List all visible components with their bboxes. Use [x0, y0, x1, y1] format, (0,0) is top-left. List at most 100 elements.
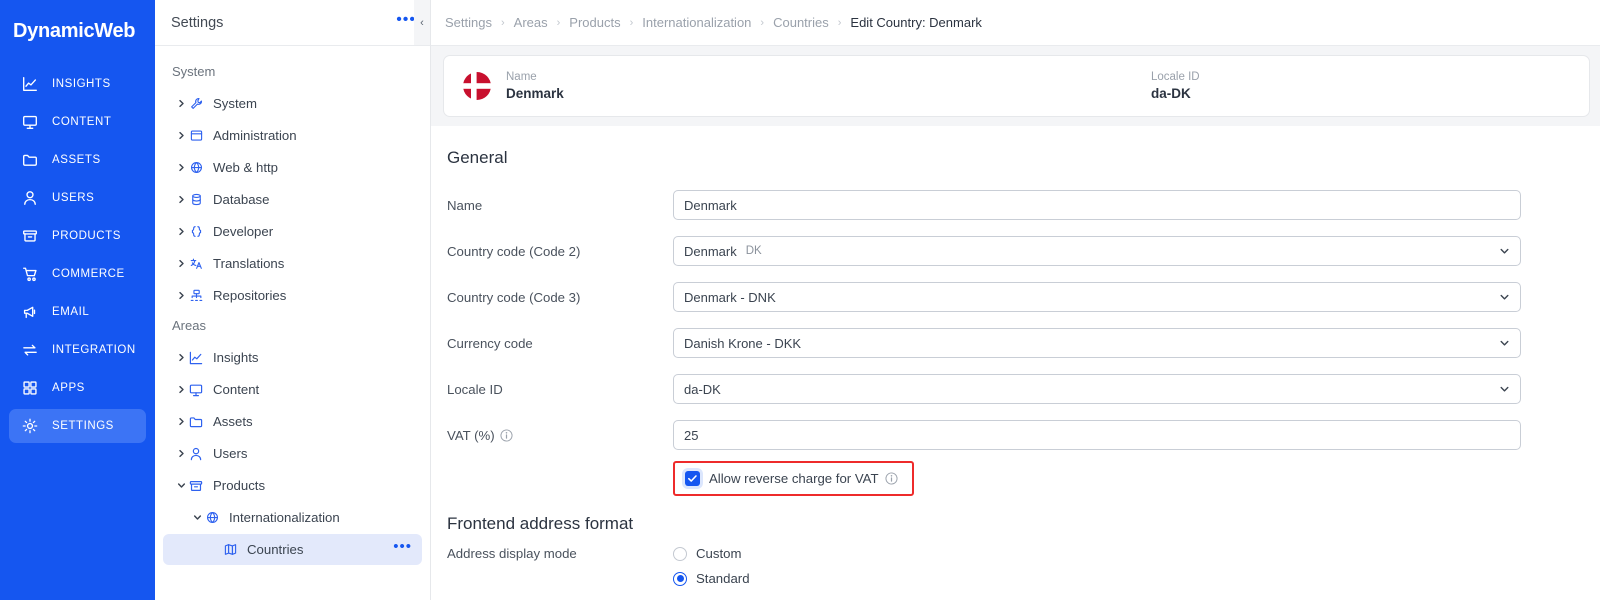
chevron-right-icon[interactable] — [174, 417, 188, 426]
tree-item-label: Repositories — [213, 288, 287, 303]
field-label-text: VAT (%) — [447, 427, 495, 443]
field-label-locale-id: Locale ID — [447, 382, 673, 397]
chevron-right-icon[interactable] — [174, 259, 188, 268]
field-label-country-code-code-2: Country code (Code 2) — [447, 244, 673, 259]
breadcrumb-item-countries[interactable]: Countries — [773, 15, 829, 30]
field-control-vat: 25 — [673, 420, 1521, 450]
radio-dot-icon[interactable] — [673, 546, 687, 561]
chevron-right-icon[interactable] — [174, 227, 188, 236]
chevron-down-icon[interactable] — [190, 513, 204, 522]
breadcrumb-separator: › — [837, 16, 842, 29]
rail-item-assets[interactable]: ASSETS — [9, 143, 146, 177]
reverse-charge-highlight-box: Allow reverse charge for VAT — [673, 460, 914, 496]
rail-item-label: SETTINGS — [52, 420, 114, 432]
panel-collapse-icon[interactable]: ‹ — [414, 0, 430, 46]
tree-item-assets[interactable]: Assets — [163, 406, 422, 437]
rail-item-label: CONTENT — [52, 116, 112, 128]
chevron-right-icon[interactable] — [174, 291, 188, 300]
tree-item-database[interactable]: Database — [163, 184, 422, 215]
chevron-right-icon[interactable] — [174, 163, 188, 172]
box-icon — [188, 477, 204, 495]
wrench-icon — [188, 96, 204, 111]
folder-icon — [21, 151, 39, 169]
select-currency-code[interactable]: Danish Krone - DKK — [673, 328, 1521, 358]
input-name[interactable]: Denmark — [673, 190, 1521, 220]
chevron-down-icon[interactable] — [174, 481, 188, 490]
tree-group-label-system: System — [172, 64, 216, 79]
chevron-right-icon[interactable] — [174, 449, 188, 458]
rail-item-products[interactable]: PRODUCTS — [9, 219, 146, 253]
field-label-name: Name — [447, 198, 673, 213]
radio-label: Custom — [696, 546, 742, 561]
breadcrumb-item-products[interactable]: Products — [569, 15, 620, 30]
panel-title: Settings — [171, 14, 224, 31]
header-name-field: Name Denmark — [506, 69, 564, 103]
radio-dot-icon[interactable] — [673, 571, 687, 586]
rail-item-commerce[interactable]: COMMERCE — [9, 257, 146, 291]
tree-item-countries[interactable]: Countries ••• — [163, 534, 422, 565]
chevron-right-icon[interactable] — [174, 99, 188, 108]
rail-item-users[interactable]: USERS — [9, 181, 146, 215]
rail-item-apps[interactable]: APPS — [9, 371, 146, 405]
info-icon[interactable] — [885, 471, 898, 485]
rail-item-email[interactable]: EMAIL — [9, 295, 146, 329]
tree-item-label: Developer — [213, 224, 274, 239]
tree-item-label: Content — [213, 382, 260, 397]
breadcrumb-item-settings[interactable]: Settings — [445, 15, 492, 30]
rail-item-insights[interactable]: INSIGHTS — [9, 67, 146, 101]
tree-item-repositories[interactable]: Repositories — [163, 280, 422, 311]
field-value: Danish Krone - DKK — [684, 335, 802, 351]
database-icon — [188, 192, 204, 207]
rail-item-label: ASSETS — [52, 154, 101, 166]
tree-item-internationalization[interactable]: Internationalization — [163, 502, 422, 533]
field-value: Denmark — [684, 243, 737, 259]
rail-item-label: APPS — [52, 382, 85, 394]
chevron-right-icon[interactable] — [174, 385, 188, 394]
radio-standard[interactable]: Standard — [673, 571, 750, 586]
tree-item-label: Assets — [213, 414, 253, 429]
tree-item-label: Web & http — [213, 160, 278, 175]
field-row-country-code-code-3: Country code (Code 3) Denmark - DNK — [431, 274, 1600, 320]
address-display-mode-options: Custom Standard — [673, 546, 750, 586]
allow-reverse-charge-checkbox[interactable] — [685, 470, 700, 486]
chevron-right-icon[interactable] — [174, 353, 188, 362]
chevron-right-icon[interactable] — [174, 131, 188, 140]
general-section-title: General — [447, 148, 508, 167]
rail-item-integration[interactable]: INTEGRATION — [9, 333, 146, 367]
select-country-code-code-3[interactable]: Denmark - DNK — [673, 282, 1521, 312]
repository-icon — [188, 288, 204, 303]
rail-item-settings[interactable]: SETTINGS — [9, 409, 146, 443]
tree-item-insights[interactable]: Insights — [163, 342, 422, 373]
address-display-mode-row: Address display mode Custom Standard — [431, 546, 1600, 586]
grid-icon — [21, 379, 39, 397]
tree-item-web-http[interactable]: Web & http — [163, 152, 422, 183]
rail-item-content[interactable]: CONTENT — [9, 105, 146, 139]
header-locale-label: Locale ID — [1151, 71, 1200, 83]
tree-item-overflow-menu-icon[interactable]: ••• — [393, 539, 412, 555]
select-locale-id[interactable]: da-DK — [673, 374, 1521, 404]
brand-logo: DynamicWeb — [13, 20, 136, 42]
tree-item-system[interactable]: System — [163, 88, 422, 119]
tree-item-content[interactable]: Content — [163, 374, 422, 405]
tree-item-users[interactable]: Users — [163, 438, 422, 469]
tree-item-translations[interactable]: Translations — [163, 248, 422, 279]
tree-item-products[interactable]: Products — [163, 470, 422, 501]
user-icon — [188, 445, 204, 463]
info-icon[interactable] — [500, 428, 513, 442]
field-label-text: Country code (Code 3) — [447, 289, 581, 305]
tree-item-developer[interactable]: Developer — [163, 216, 422, 247]
breadcrumb-separator: › — [629, 16, 634, 29]
radio-custom[interactable]: Custom — [673, 546, 750, 561]
field-label-text: Locale ID — [447, 381, 503, 397]
rail-item-label: COMMERCE — [52, 268, 125, 280]
breadcrumb-item-areas[interactable]: Areas — [514, 15, 548, 30]
folder-icon — [188, 413, 204, 431]
tree-item-administration[interactable]: Administration — [163, 120, 422, 151]
input-vat[interactable]: 25 — [673, 420, 1521, 450]
breadcrumb-item-internationalization[interactable]: Internationalization — [642, 15, 751, 30]
chevron-right-icon[interactable] — [174, 195, 188, 204]
select-country-code-code-2[interactable]: Denmark DK — [673, 236, 1521, 266]
translate-icon — [188, 256, 204, 271]
field-value: 25 — [684, 427, 699, 443]
main-content: Settings › Areas › Products › Internationaliza… — [431, 0, 1600, 600]
